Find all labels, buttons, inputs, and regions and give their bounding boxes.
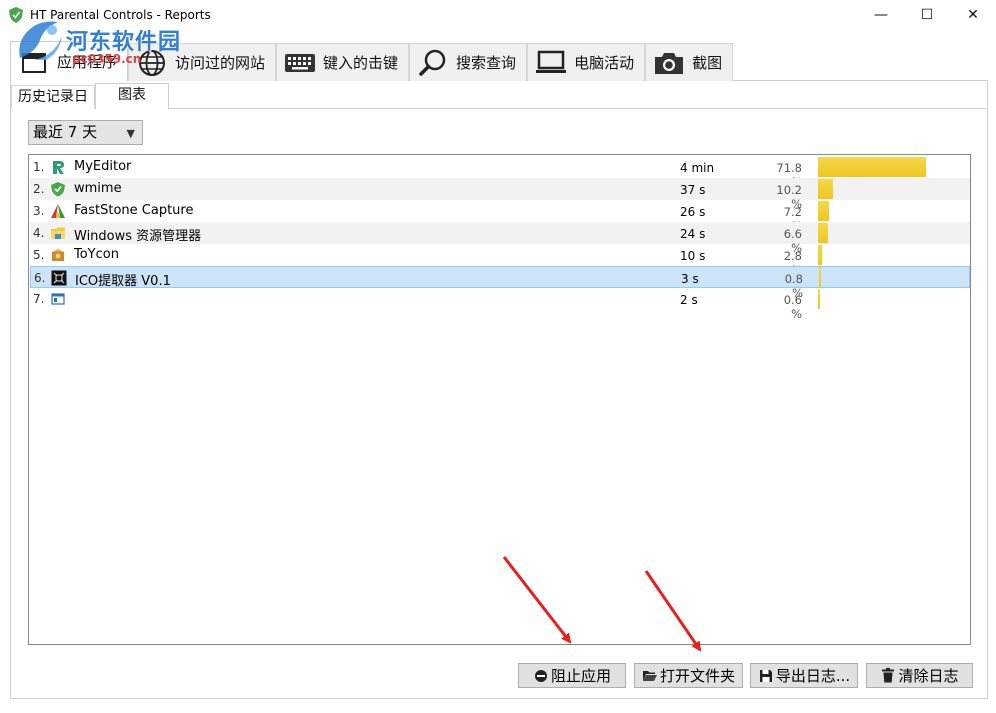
usage-bar xyxy=(818,157,926,177)
usage-percent: 0.6 % xyxy=(783,293,802,321)
list-item[interactable]: 5. ToYcon 10 s 2.8 % xyxy=(30,244,970,277)
keyboard-icon xyxy=(283,48,317,78)
usage-time: 24 s xyxy=(680,227,706,241)
tab-screenshots-label: 截图 xyxy=(692,54,723,72)
usage-time: 26 s xyxy=(680,205,706,219)
sub-tab-bar: 历史记录日 图表 xyxy=(11,83,169,109)
tab-visited-websites[interactable]: 访问过的网站 xyxy=(128,43,277,81)
list-item[interactable]: 2. wmime 37 s 10.2 % xyxy=(30,178,970,211)
rank: 3. xyxy=(33,204,45,218)
usage-bar xyxy=(818,179,834,199)
list-item[interactable]: 7. 2 s 0.6 % xyxy=(30,288,970,321)
toycon-icon xyxy=(52,249,64,261)
myeditor-icon xyxy=(53,161,64,174)
applications-icon xyxy=(17,47,51,77)
app-usage-list[interactable]: 1. MyEditor 4 min 71.8 % 2. wmime 37 s 1… xyxy=(28,154,971,645)
usage-time: 2 s xyxy=(680,293,698,307)
rank: 6. xyxy=(34,271,46,285)
folder-icon xyxy=(51,227,65,239)
block-icon xyxy=(533,668,549,684)
rank: 1. xyxy=(33,160,45,174)
tab-search-queries[interactable]: 搜索查询 xyxy=(409,43,528,81)
tab-history-log[interactable]: 历史记录日 xyxy=(11,85,95,109)
list-item[interactable]: 3. FastStone Capture 26 s 7.2 % xyxy=(30,200,970,233)
export-log-label: 导出日志... xyxy=(775,667,851,685)
usage-time: 4 min xyxy=(680,161,715,175)
tab-visited-websites-label: 访问过的网站 xyxy=(175,54,266,72)
period-select[interactable]: 最近 7 天 ▼ xyxy=(28,120,143,145)
tab-applications-label: 应用程序 xyxy=(57,53,118,71)
open-folder-icon xyxy=(642,668,658,684)
period-select-value: 最近 7 天 xyxy=(33,123,98,141)
tab-chart[interactable]: 图表 xyxy=(95,83,169,109)
rank: 5. xyxy=(33,248,45,262)
usage-bar xyxy=(818,223,828,243)
minimize-icon: — xyxy=(874,7,888,23)
rank: 2. xyxy=(33,182,45,196)
usage-bar xyxy=(819,267,821,287)
usage-time: 3 s xyxy=(681,272,699,286)
block-app-label: 阻止应用 xyxy=(550,667,611,685)
main-tab-bar: 应用程序 访问过的网站 键入的击键 搜索查询 电脑活动 截图 xyxy=(10,41,734,81)
app-name: Windows 资源管理器 xyxy=(74,229,202,244)
usage-time: 10 s xyxy=(680,249,706,263)
shield-icon xyxy=(51,182,65,197)
usage-bar xyxy=(818,201,829,221)
usage-bar xyxy=(818,245,823,265)
app-name: wmime xyxy=(74,181,122,196)
faststone-icon xyxy=(51,204,65,218)
block-app-button[interactable]: 阻止应用 xyxy=(518,663,626,688)
chevron-down-icon: ▼ xyxy=(126,127,135,140)
app-name: MyEditor xyxy=(74,159,132,174)
open-folder-button[interactable]: 打开文件夹 xyxy=(634,663,743,688)
tab-applications[interactable]: 应用程序 xyxy=(10,41,129,81)
usage-time: 37 s xyxy=(680,183,706,197)
window-icon xyxy=(51,293,65,305)
laptop-icon xyxy=(534,48,568,78)
rank: 7. xyxy=(33,292,45,306)
app-name: ICO提取器 V0.1 xyxy=(75,274,171,289)
maximize-icon: ☐ xyxy=(920,7,934,23)
tab-screenshots[interactable]: 截图 xyxy=(645,43,734,81)
title-bar: HT Parental Controls - Reports — ☐ ✕ xyxy=(0,0,996,30)
close-icon: ✕ xyxy=(967,7,979,23)
tab-pc-activity[interactable]: 电脑活动 xyxy=(527,43,646,81)
open-folder-label: 打开文件夹 xyxy=(659,667,735,685)
tab-search-queries-label: 搜索查询 xyxy=(456,54,517,72)
clear-log-button[interactable]: 清除日志 xyxy=(866,663,973,688)
tab-keystrokes[interactable]: 键入的击键 xyxy=(276,43,410,81)
save-icon xyxy=(758,668,774,684)
magnifier-icon xyxy=(416,48,450,78)
clear-log-label: 清除日志 xyxy=(898,667,959,685)
list-item-selected[interactable]: 6. ICO提取器 V0.1 3 s 0.8 % xyxy=(30,266,970,300)
close-button[interactable]: ✕ xyxy=(950,0,996,30)
list-item[interactable]: 4. Windows 资源管理器 24 s 6.6 % xyxy=(30,222,970,255)
window-title: HT Parental Controls - Reports xyxy=(30,8,211,22)
tab-pc-activity-label: 电脑活动 xyxy=(574,54,635,72)
maximize-button[interactable]: ☐ xyxy=(904,0,950,30)
usage-bar xyxy=(818,289,820,309)
ico-extractor-icon xyxy=(51,270,67,286)
globe-icon xyxy=(135,48,169,78)
shield-app-icon xyxy=(9,7,23,23)
rank: 4. xyxy=(33,226,45,240)
trash-icon xyxy=(880,668,896,684)
tab-keystrokes-label: 键入的击键 xyxy=(323,54,399,72)
export-log-button[interactable]: 导出日志... xyxy=(750,663,858,688)
app-name: FastStone Capture xyxy=(74,203,194,218)
list-item[interactable]: 1. MyEditor 4 min 71.8 % xyxy=(30,156,970,189)
app-name: ToYcon xyxy=(74,247,119,262)
minimize-button[interactable]: — xyxy=(858,0,904,30)
camera-icon xyxy=(652,48,686,78)
